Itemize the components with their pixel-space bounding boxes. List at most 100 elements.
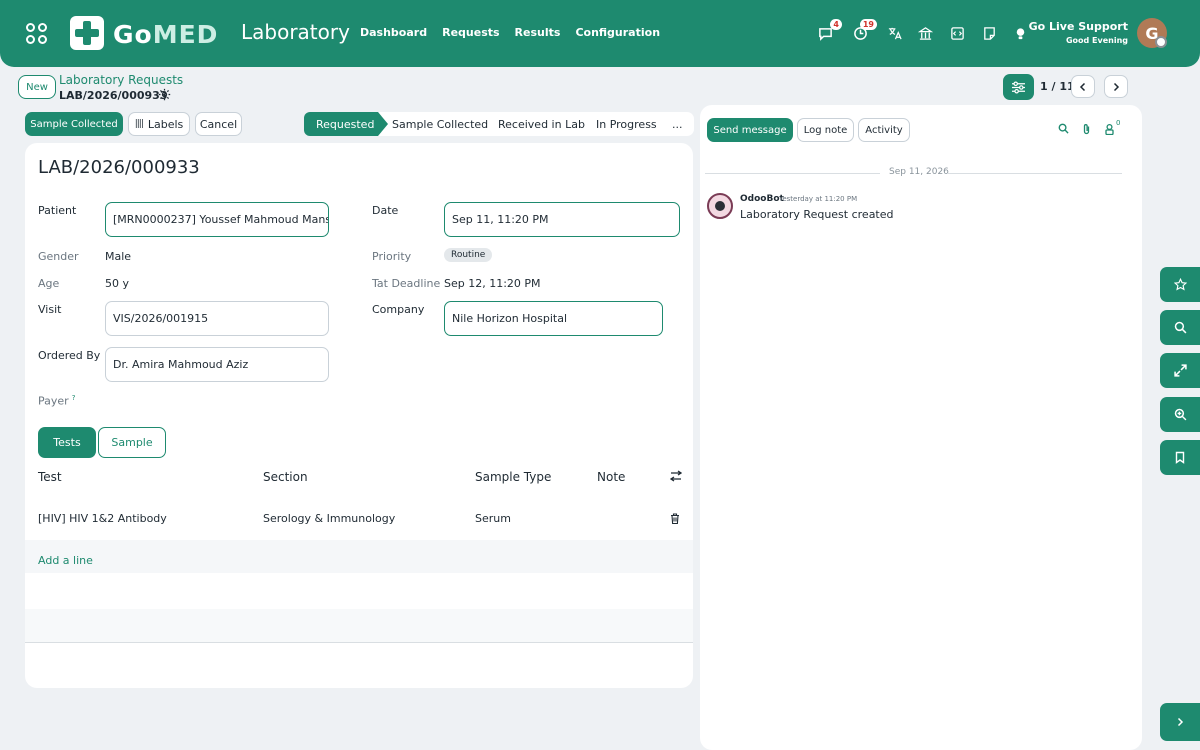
user-menu[interactable]: Go Live Support Good Evening bbox=[1029, 20, 1128, 45]
pager-value[interactable]: 1 / 11 bbox=[1040, 80, 1075, 93]
presence-indicator bbox=[1155, 36, 1167, 48]
message-time: Yesterday at 11:20 PM bbox=[779, 195, 858, 203]
date-separator: Sep 11, 2026 bbox=[705, 167, 1122, 179]
user-name: Go Live Support bbox=[1028, 20, 1128, 33]
record-reference: LAB/2026/000933 bbox=[59, 89, 168, 102]
send-message-button[interactable]: Send message bbox=[707, 118, 793, 142]
age-value: 50 y bbox=[105, 277, 130, 290]
chat-icon[interactable]: 4 bbox=[816, 19, 842, 42]
zoom-in-icon[interactable] bbox=[1160, 397, 1200, 432]
column-test[interactable]: Test bbox=[38, 470, 62, 484]
activity-button[interactable]: Activity bbox=[858, 118, 910, 142]
chevron-left-icon[interactable] bbox=[1071, 75, 1095, 98]
chevron-right-icon[interactable] bbox=[1104, 75, 1128, 98]
log-note-button[interactable]: Log note bbox=[797, 118, 854, 142]
nav-results[interactable]: Results bbox=[515, 26, 561, 39]
row-section: Serology & Immunology bbox=[263, 512, 396, 525]
stage-more[interactable]: ... bbox=[672, 112, 683, 136]
stage-arrow bbox=[378, 112, 388, 136]
chevron-right-icon[interactable] bbox=[1160, 703, 1200, 741]
sample-collected-button[interactable]: Sample Collected bbox=[25, 112, 123, 136]
gear-icon[interactable] bbox=[158, 88, 171, 104]
star-icon[interactable] bbox=[1160, 267, 1200, 302]
main-nav: Dashboard Requests Results Configuration bbox=[360, 26, 660, 39]
column-note[interactable]: Note bbox=[597, 470, 625, 484]
empty-row bbox=[25, 573, 693, 609]
nav-dashboard[interactable]: Dashboard bbox=[360, 26, 427, 39]
nav-requests[interactable]: Requests bbox=[442, 26, 499, 39]
row-test: [HIV] HIV 1&2 Antibody bbox=[38, 512, 167, 525]
message-author[interactable]: OdooBot bbox=[740, 194, 784, 204]
avatar[interactable] bbox=[707, 193, 733, 219]
nav-configuration[interactable]: Configuration bbox=[575, 26, 660, 39]
bank-icon[interactable] bbox=[916, 24, 934, 42]
message-body: Laboratory Request created bbox=[740, 208, 894, 221]
new-button[interactable]: New bbox=[18, 75, 56, 99]
add-line-link[interactable]: Add a line bbox=[38, 554, 93, 567]
user-greeting: Good Evening bbox=[1065, 36, 1128, 45]
column-toggle-icon[interactable] bbox=[669, 470, 683, 485]
labels-label: Labels bbox=[147, 117, 184, 131]
bookmark-icon[interactable] bbox=[1160, 440, 1200, 475]
clock-icon[interactable]: 19 bbox=[851, 19, 877, 42]
row-sample-type: Serum bbox=[475, 512, 511, 525]
messages-badge: 4 bbox=[830, 19, 842, 30]
ordered-by-field[interactable]: Dr. Amira Mahmoud Aziz bbox=[105, 347, 329, 382]
visit-label: Visit bbox=[38, 303, 62, 316]
paperclip-icon[interactable] bbox=[1081, 123, 1092, 138]
priority-badge[interactable]: Routine bbox=[444, 248, 493, 262]
app-title: Laboratory bbox=[241, 20, 350, 44]
followers-count: 0 bbox=[1116, 119, 1121, 127]
top-bar: GoMED Laboratory Dashboard Requests Resu… bbox=[0, 0, 1200, 67]
logo-icon bbox=[70, 16, 104, 50]
priority-label: Priority bbox=[372, 250, 412, 263]
ordered-by-label: Ordered By bbox=[38, 349, 101, 362]
bulb-icon[interactable] bbox=[1011, 24, 1029, 42]
payer-label-text: Payer bbox=[38, 394, 69, 408]
gender-value: Male bbox=[105, 250, 132, 263]
date-separator-text: Sep 11, 2026 bbox=[889, 167, 949, 177]
visit-field[interactable]: VIS/2026/001915 bbox=[105, 301, 329, 336]
trash-icon[interactable] bbox=[670, 513, 680, 527]
company-label: Company bbox=[372, 303, 425, 316]
note-icon[interactable] bbox=[980, 24, 998, 42]
user-lock-icon[interactable]: 0 bbox=[1104, 119, 1120, 138]
company-field[interactable]: Nile Horizon Hospital bbox=[444, 301, 663, 336]
labels-button[interactable]: |||| Labels bbox=[128, 112, 190, 136]
chatter-panel: Send message Log note Activity 0 Sep 11,… bbox=[700, 105, 1142, 750]
stage-requested[interactable]: Requested bbox=[304, 112, 378, 136]
stage-sample-collected[interactable]: Sample Collected bbox=[392, 112, 488, 136]
stage-in-progress[interactable]: In Progress bbox=[596, 112, 657, 136]
breadcrumb[interactable]: Laboratory Requests bbox=[59, 73, 183, 87]
translate-icon[interactable] bbox=[885, 24, 903, 42]
activities-badge: 19 bbox=[859, 19, 877, 30]
column-sample-type[interactable]: Sample Type bbox=[475, 470, 551, 484]
column-section[interactable]: Section bbox=[263, 470, 308, 484]
settings-sliders-icon[interactable] bbox=[1003, 74, 1034, 100]
payer-help-icon[interactable]: ? bbox=[72, 394, 76, 402]
stage-received-in-lab[interactable]: Received in Lab bbox=[498, 112, 585, 136]
search-icon[interactable] bbox=[1160, 310, 1200, 345]
empty-row bbox=[25, 609, 693, 643]
tab-tests[interactable]: Tests bbox=[38, 427, 96, 458]
add-line-row bbox=[25, 540, 693, 573]
expand-icon[interactable] bbox=[1160, 353, 1200, 388]
barcode-icon: |||| bbox=[134, 119, 144, 129]
tat-deadline-value: Sep 12, 11:20 PM bbox=[444, 277, 541, 290]
tab-sample[interactable]: Sample bbox=[98, 427, 166, 458]
search-icon[interactable] bbox=[1058, 123, 1069, 137]
logo-text: GoMED bbox=[113, 20, 219, 49]
patient-label: Patient bbox=[38, 204, 77, 217]
cancel-button[interactable]: Cancel bbox=[195, 112, 242, 136]
form-sheet: LAB/2026/000933 Patient [MRN0000237] You… bbox=[25, 143, 693, 688]
date-field[interactable]: Sep 11, 11:20 PM bbox=[444, 202, 680, 237]
apps-icon[interactable] bbox=[26, 23, 48, 45]
patient-field[interactable]: [MRN0000237] Youssef Mahmoud Mansour bbox=[105, 202, 329, 237]
age-label: Age bbox=[38, 277, 60, 290]
status-bar: Requested Sample Collected Received in L… bbox=[304, 112, 694, 136]
page-title: LAB/2026/000933 bbox=[38, 157, 200, 178]
gender-label: Gender bbox=[38, 250, 79, 263]
code-icon[interactable] bbox=[948, 24, 966, 42]
payer-label: Payer? bbox=[38, 394, 75, 408]
tat-deadline-label: Tat Deadline bbox=[372, 277, 441, 290]
